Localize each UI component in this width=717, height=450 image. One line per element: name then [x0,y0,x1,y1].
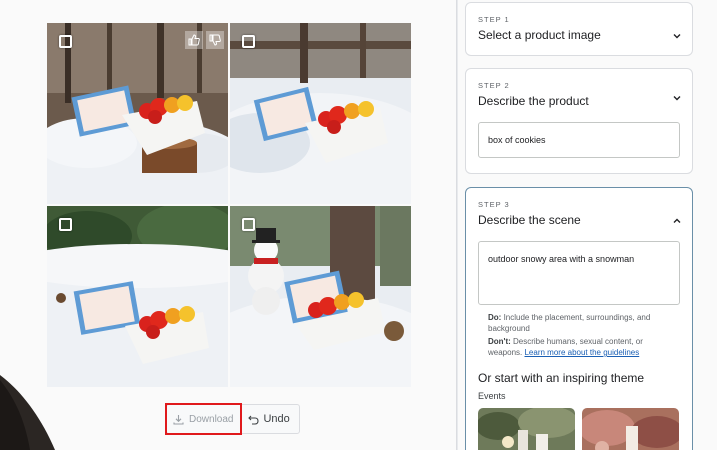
step-3-title: Describe the scene [478,213,581,227]
undo-icon [248,415,260,425]
guidelines-link[interactable]: Learn more about the guidelines [524,348,639,357]
step-3-card: STEP 3 Describe the scene outdoor snowy … [465,187,693,450]
generated-image-2[interactable] [230,23,411,204]
step-1-title: Select a product image [478,28,601,42]
chevron-down-icon[interactable] [672,93,682,103]
step-1-label: STEP 1 [478,15,510,24]
thumbs-up-icon [188,34,200,46]
steps-panel: STEP 1 Select a product image STEP 2 Des… [458,0,717,450]
step-2-label: STEP 2 [478,81,510,90]
select-image-3-checkbox[interactable] [59,218,72,231]
generated-image-3[interactable] [47,206,228,387]
undo-label: Undo [263,413,290,425]
select-image-4-checkbox[interactable] [242,218,255,231]
generated-images-panel: Download Undo [0,0,457,450]
feedback-buttons [185,31,224,49]
download-icon [173,414,184,425]
select-image-1-checkbox[interactable] [59,35,72,48]
generated-image-1[interactable] [47,23,228,204]
select-image-2-checkbox[interactable] [242,35,255,48]
theme-thumbnail-2[interactable] [582,408,679,450]
inspiring-theme-heading: Or start with an inspiring theme [478,371,645,385]
thumbs-up-button[interactable] [185,31,203,49]
theme-category-label: Events [478,391,506,401]
guideline-do: Do: Include the placement, surroundings,… [488,312,678,334]
undo-button[interactable]: Undo [240,405,298,433]
chevron-down-icon[interactable] [672,31,682,41]
step-3-label: STEP 3 [478,200,510,209]
thumbs-down-icon [209,34,221,46]
step-1-card[interactable]: STEP 1 Select a product image [465,2,693,56]
guideline-dont: Don't: Describe humans, sexual content, … [488,336,678,358]
scene-description-input[interactable]: outdoor snowy area with a snowman [478,241,680,305]
chevron-up-icon[interactable] [672,216,682,226]
guideline-dont-label: Don't: [488,337,511,346]
download-button[interactable]: Download [164,403,243,435]
thumbs-down-button[interactable] [206,31,224,49]
step-2-title: Describe the product [478,94,589,108]
image-grid [47,23,411,387]
image-action-bar: Download Undo [164,403,300,435]
guideline-do-text: Include the placement, surroundings, and… [488,313,651,333]
download-label: Download [189,413,234,425]
product-description-input[interactable]: box of cookies [478,122,680,158]
step-2-card: STEP 2 Describe the product box of cooki… [465,68,693,174]
guideline-do-label: Do: [488,313,502,322]
theme-thumbnail-1[interactable] [478,408,575,450]
generated-image-4[interactable] [230,206,411,387]
